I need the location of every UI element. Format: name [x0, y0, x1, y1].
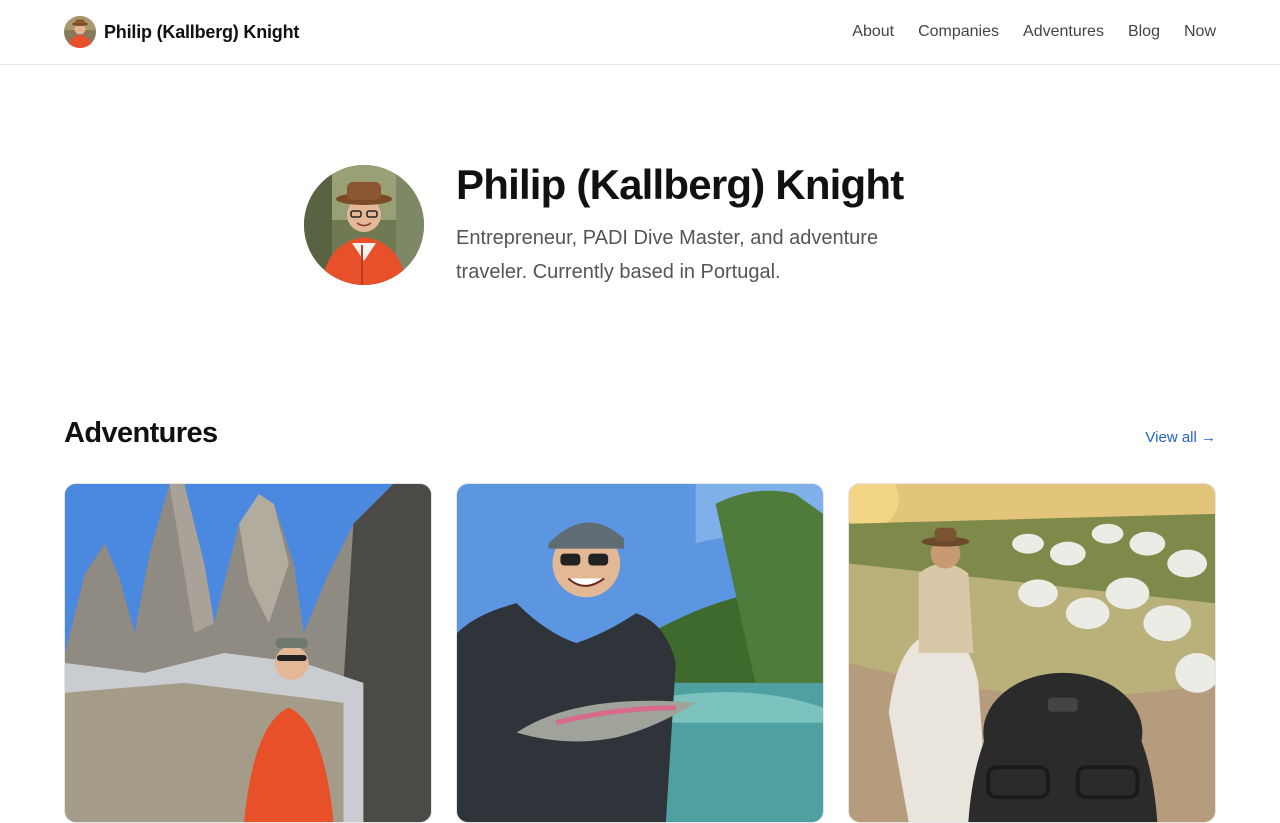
adventures-grid [64, 483, 1216, 823]
nav-now[interactable]: Now [1184, 23, 1216, 41]
adventure-card-horses[interactable] [848, 483, 1216, 823]
hero-avatar [304, 165, 424, 285]
hero-title: Philip (Kallberg) Knight [456, 161, 904, 208]
nav-about[interactable]: About [852, 23, 894, 41]
mountain-towers-photo [65, 484, 431, 822]
adventure-card-mountain[interactable] [64, 483, 432, 823]
fly-fishing-trout-photo [457, 484, 823, 822]
view-all-link[interactable]: View all → [1145, 429, 1216, 446]
brand-link[interactable]: Philip (Kallberg) Knight [64, 16, 299, 48]
nav-adventures[interactable]: Adventures [1023, 23, 1104, 41]
nav-blog[interactable]: Blog [1128, 23, 1160, 41]
horse-cattle-drive-photo [849, 484, 1215, 822]
brand-name: Philip (Kallberg) Knight [104, 21, 300, 42]
main-nav: About Companies Adventures Blog Now [852, 20, 1216, 44]
adventure-card-fishing[interactable] [456, 483, 824, 823]
site-header: Philip (Kallberg) Knight About Companies… [0, 0, 1280, 65]
brand-avatar [64, 16, 96, 48]
nav-companies[interactable]: Companies [918, 23, 999, 41]
adventures-heading: Adventures [64, 417, 218, 449]
hero-bio: Entrepreneur, PADI Dive Master, and adve… [456, 227, 879, 283]
